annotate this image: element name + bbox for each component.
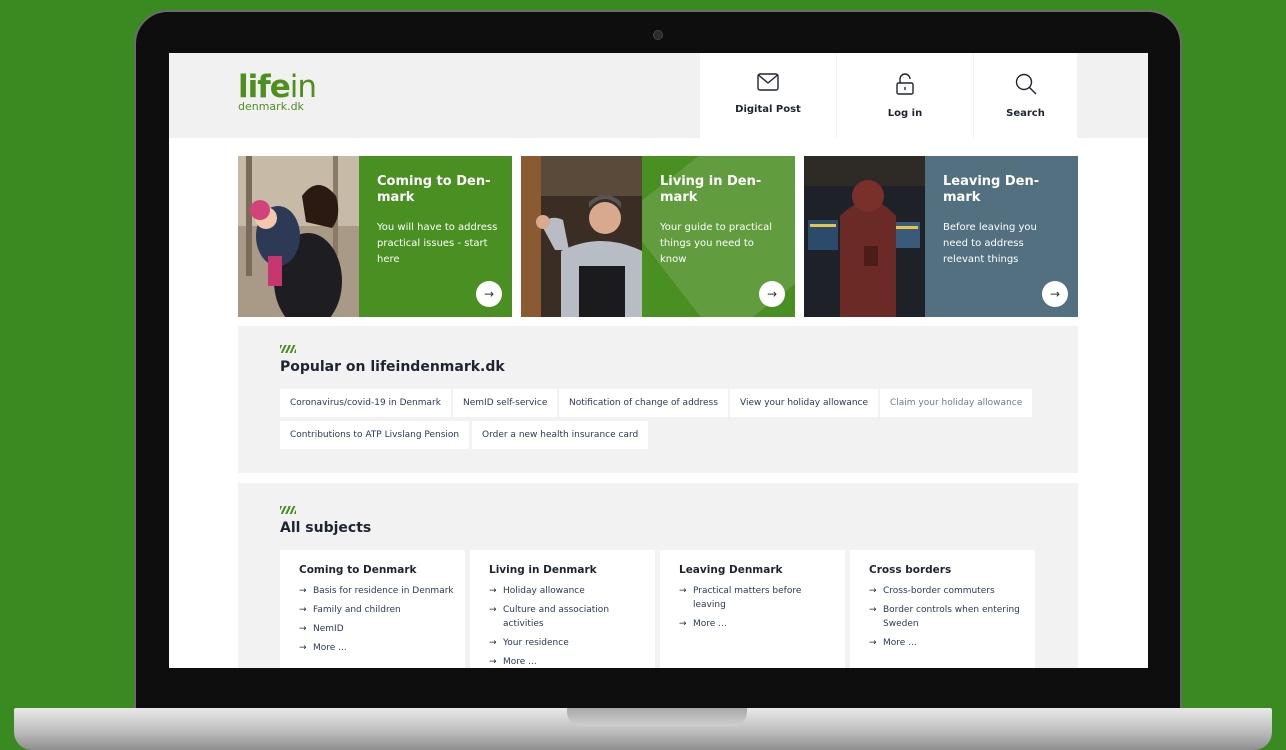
popular-title: Popular on lifeindenmark.dk — [280, 359, 505, 375]
subject-card-title[interactable]: Coming to Denmark — [299, 564, 455, 576]
subject-link[interactable]: Basis for residence in Denmark — [299, 584, 455, 598]
popular-link[interactable]: Contributions to ATP Livslang Pension — [280, 421, 470, 449]
login-button[interactable]: Log in — [837, 53, 973, 138]
hero-photo-traveler — [804, 156, 925, 317]
digital-post-label: Digital Post — [735, 104, 801, 115]
hero-title-living: Living in Den-mark — [660, 174, 762, 205]
digital-post-button[interactable]: Digital Post — [700, 53, 836, 138]
subject-link[interactable]: More ... — [299, 641, 455, 655]
subject-link[interactable]: NemID — [299, 622, 455, 636]
camera — [653, 30, 663, 40]
login-label: Log in — [887, 108, 923, 119]
site-header: lifein denmark.dk Digital Post Log in Se… — [169, 53, 1148, 138]
search-button[interactable]: Search — [974, 53, 1077, 138]
hatch-decoration — [280, 506, 296, 514]
browser-screen: lifein denmark.dk Digital Post Log in Se… — [169, 53, 1148, 668]
subjects-title: All subjects — [280, 520, 372, 536]
hero-panel-leaving: Leaving Den-mark Before leaving you need… — [925, 156, 1078, 317]
subject-link[interactable]: Your residence — [489, 636, 645, 650]
hero-tile-leaving[interactable]: Leaving Den-mark Before leaving you need… — [804, 156, 1078, 317]
search-icon — [1015, 73, 1036, 95]
subject-link[interactable]: More ... — [869, 636, 1025, 650]
popular-link[interactable]: View your holiday allowance — [730, 389, 879, 417]
popular-link[interactable]: Order a new health insurance card — [472, 421, 649, 449]
hero-photo-family — [238, 156, 359, 317]
hero-text-living: Your guide to practical things you need … — [660, 222, 773, 265]
hero-tile-living[interactable]: Living in Den-mark Your guide to practic… — [521, 156, 795, 317]
popular-link[interactable]: Notification of change of address — [559, 389, 728, 417]
subject-link[interactable]: Practical matters before leaving — [679, 584, 835, 612]
popular-link[interactable]: NemID self-service — [453, 389, 558, 417]
hero-tile-coming[interactable]: Coming to Den-mark You will have to addr… — [238, 156, 512, 317]
popular-section: Popular on lifeindenmark.dk Coronavirus/… — [238, 326, 1078, 473]
hero-photo-waiter — [521, 156, 642, 317]
hero-panel-coming: Coming to Den-mark You will have to addr… — [359, 156, 512, 317]
arrow-right-icon[interactable]: → — [476, 281, 502, 307]
popular-link[interactable]: Claim your holiday allowance — [880, 389, 1033, 417]
subject-link[interactable]: Holiday allowance — [489, 584, 645, 598]
search-label: Search — [1006, 108, 1045, 119]
subject-card-title[interactable]: Leaving Denmark — [679, 564, 835, 576]
hero-text-leaving: Before leaving you need to address relev… — [943, 222, 1037, 265]
arrow-right-icon[interactable]: → — [759, 281, 785, 307]
arrow-right-icon[interactable]: → — [1042, 281, 1068, 307]
popular-link[interactable]: Coronavirus/covid-19 in Denmark — [280, 389, 451, 417]
subject-link[interactable]: More ... — [679, 617, 835, 631]
hero-panel-living: Living in Den-mark Your guide to practic… — [642, 156, 795, 317]
site-logo[interactable]: lifein denmark.dk — [238, 71, 317, 113]
subject-card-cross-borders: Cross borders Cross-border commuters Bor… — [850, 550, 1035, 668]
subject-card-living: Living in Denmark Holiday allowance Cult… — [470, 550, 655, 668]
subject-card-title[interactable]: Cross borders — [869, 564, 1025, 576]
subject-card-leaving: Leaving Denmark Practical matters before… — [660, 550, 845, 668]
padlock-icon — [896, 73, 914, 95]
hatch-decoration — [280, 345, 296, 353]
subject-link[interactable]: Family and children — [299, 603, 455, 617]
subject-link[interactable]: Border controls when entering Sweden — [869, 603, 1025, 631]
laptop-notch — [567, 708, 747, 726]
subject-link[interactable]: More ... — [489, 655, 645, 668]
hero-title-coming: Coming to Den-mark — [377, 174, 491, 205]
envelope-icon — [757, 73, 779, 91]
subject-card-title[interactable]: Living in Denmark — [489, 564, 645, 576]
subjects-section: All subjects Coming to Denmark Basis for… — [238, 483, 1078, 668]
subject-link[interactable]: Cross-border commuters — [869, 584, 1025, 598]
subject-link[interactable]: Culture and association activities — [489, 603, 645, 631]
hero-title-leaving: Leaving Den-mark — [943, 174, 1040, 205]
subject-card-coming: Coming to Denmark Basis for residence in… — [280, 550, 465, 668]
hero-text-coming: You will have to address practical issue… — [377, 222, 498, 265]
